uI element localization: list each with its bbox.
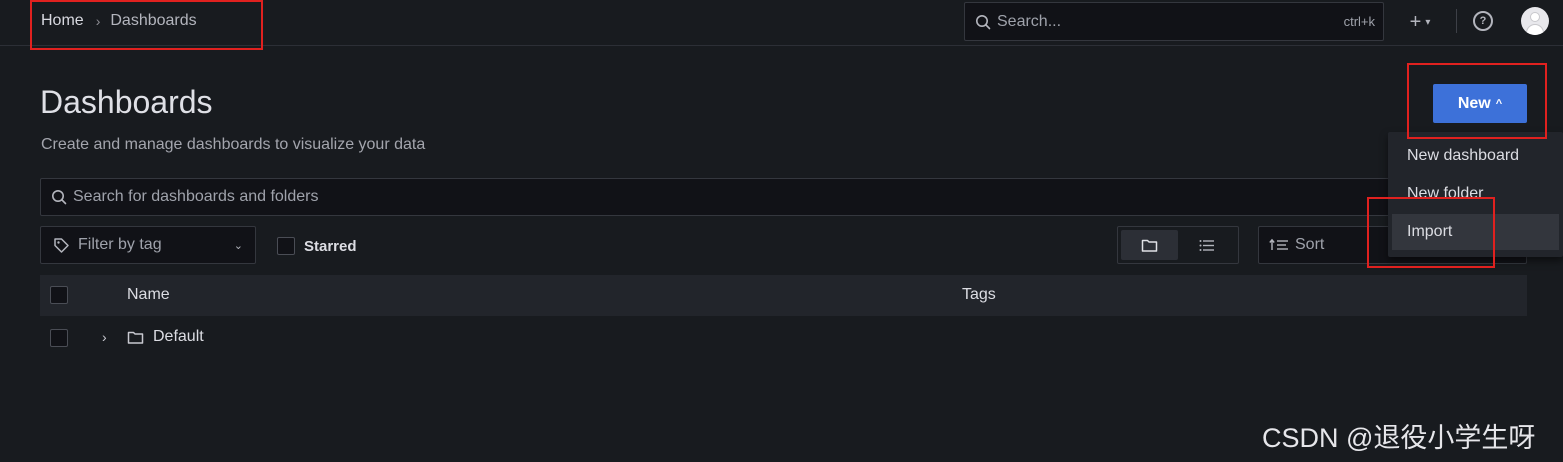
avatar-body-shape xyxy=(1526,24,1544,35)
starred-label: Starred xyxy=(304,237,357,255)
dashboard-search-input[interactable]: Search for dashboards and folders xyxy=(40,178,1527,216)
breadcrumb-current: Dashboards xyxy=(110,12,197,29)
list-view-button[interactable] xyxy=(1178,230,1235,260)
new-button-label: New xyxy=(1457,94,1491,112)
global-search-placeholder: Search... xyxy=(997,12,1062,30)
starred-filter[interactable]: Starred xyxy=(277,237,357,255)
new-button[interactable]: New ^ xyxy=(1433,84,1527,123)
global-search-input[interactable]: Search... ctrl+k xyxy=(964,2,1384,41)
tag-filter-label: Filter by tag xyxy=(78,236,162,253)
search-shortcut-hint: ctrl+k xyxy=(1343,14,1375,29)
view-toggle xyxy=(1117,226,1239,264)
column-header-tags: Tags xyxy=(962,286,996,303)
select-all-checkbox[interactable] xyxy=(50,286,68,304)
dashboards-page: Home › Dashboards Search... ctrl+k + ▾ ?… xyxy=(0,0,1563,462)
tag-filter-select[interactable]: Filter by tag ⌄ xyxy=(40,226,256,264)
toolbar-divider xyxy=(1456,9,1457,33)
menu-item-new-folder[interactable]: New folder xyxy=(1392,176,1559,212)
sort-icon xyxy=(1269,238,1288,250)
folder-icon xyxy=(1141,239,1158,252)
folder-name-link[interactable]: Default xyxy=(153,328,204,346)
table-header: Name Tags xyxy=(40,275,1527,316)
starred-checkbox[interactable] xyxy=(277,237,295,255)
help-icon[interactable]: ? xyxy=(1473,11,1493,31)
add-menu-button[interactable]: + ▾ xyxy=(1399,9,1441,35)
plus-icon: + xyxy=(1409,10,1422,33)
table-row[interactable]: › Default xyxy=(40,318,1527,358)
breadcrumb-separator-icon: › xyxy=(95,13,101,29)
page-title: Dashboards xyxy=(40,84,213,120)
avatar[interactable] xyxy=(1521,7,1549,35)
page-subtitle: Create and manage dashboards to visualiz… xyxy=(41,136,426,153)
row-checkbox[interactable] xyxy=(50,329,68,347)
dashboard-search-placeholder: Search for dashboards and folders xyxy=(73,188,319,205)
breadcrumb: Home › Dashboards xyxy=(41,12,197,30)
new-dropdown-menu: New dashboard New folder Import xyxy=(1388,132,1563,257)
top-bar: Home › Dashboards Search... ctrl+k + ▾ ? xyxy=(0,0,1563,46)
folder-view-button[interactable] xyxy=(1121,230,1178,260)
menu-item-import[interactable]: Import xyxy=(1392,214,1559,250)
search-icon xyxy=(52,190,67,205)
chevron-right-icon[interactable]: › xyxy=(102,329,107,345)
list-icon xyxy=(1199,239,1214,251)
search-icon xyxy=(976,14,991,29)
watermark: CSDN @退役小学生呀 xyxy=(1262,423,1536,453)
chevron-down-icon: ⌄ xyxy=(233,239,243,252)
avatar-head-shape xyxy=(1530,12,1540,22)
breadcrumb-home[interactable]: Home xyxy=(41,12,84,30)
tag-icon xyxy=(54,237,69,253)
column-header-name[interactable]: Name xyxy=(127,286,170,304)
menu-item-new-dashboard[interactable]: New dashboard xyxy=(1392,138,1559,174)
sort-label: Sort xyxy=(1295,236,1325,253)
chevron-up-icon: ^ xyxy=(1495,97,1503,110)
chevron-down-icon: ▾ xyxy=(1425,16,1431,28)
folder-icon xyxy=(127,331,144,344)
